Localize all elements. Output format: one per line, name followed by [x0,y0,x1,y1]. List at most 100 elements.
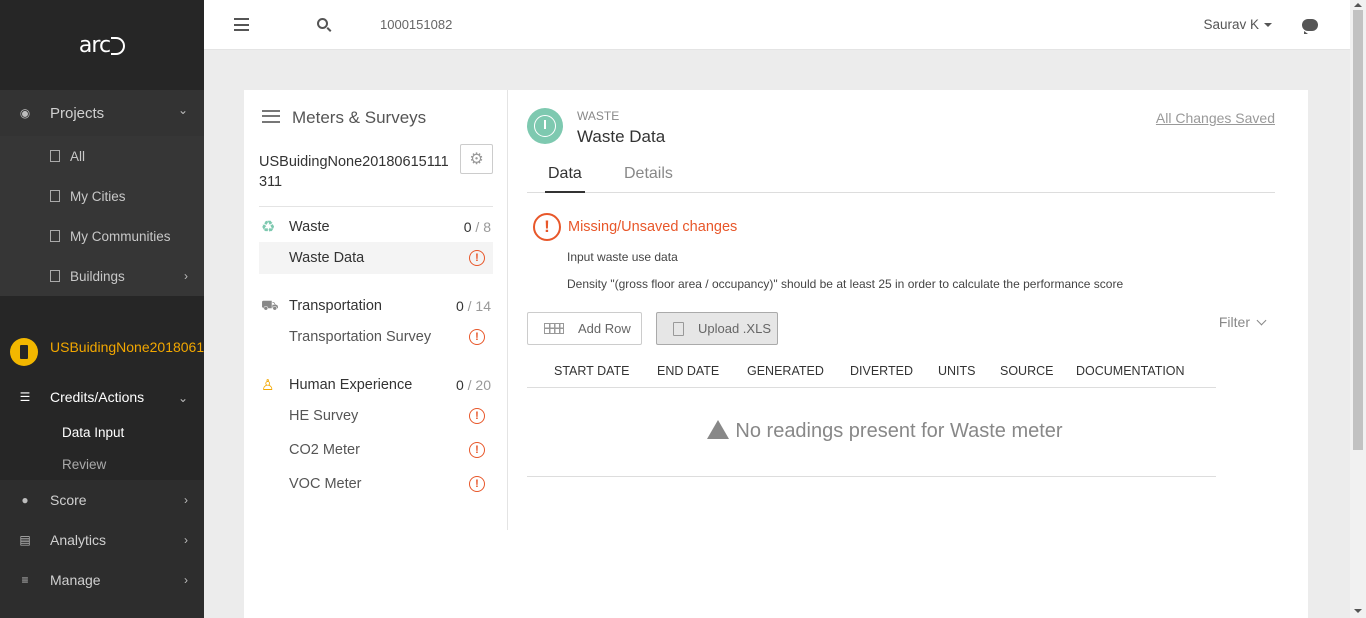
tab-details[interactable]: Details [624,165,673,193]
nav-projects-label: Projects [50,104,105,122]
col-end-date[interactable]: END DATE [657,364,719,378]
arc-logo[interactable]: arc [79,33,126,58]
empty-message: No readings present for Waste meter [735,420,1063,442]
tab-bar: Data Details [527,162,1275,193]
upload-label: Upload .XLS [698,321,771,336]
add-row-button[interactable]: Add Row [527,312,642,345]
sliders-icon: ≡ [21,573,29,587]
done-count: 0 [463,219,472,235]
car-icon: ⛟ [261,296,279,313]
warning-icon: ! [469,476,485,492]
category-waste: ♻ Waste 0 / 8 [259,214,493,240]
nav-all[interactable]: All [0,136,204,176]
meter-waste-data[interactable]: Waste Data ! [259,242,493,274]
scroll-down-icon[interactable] [1354,609,1362,613]
done-count: 0 [455,377,464,393]
nav-score[interactable]: ● Score › [0,480,204,520]
alert-message: Input waste use data [567,250,678,264]
gear-icon: ⚙ [469,151,484,168]
search-icon[interactable] [317,18,328,29]
nav-all-label: All [70,148,86,164]
upload-xls-button[interactable]: Upload .XLS [656,312,778,345]
filter-dropdown[interactable]: Filter [1218,314,1267,330]
menu-icon[interactable] [234,18,249,31]
scroll-thumb[interactable] [1353,10,1363,450]
chevron-right-icon: › [184,269,188,283]
col-start-date[interactable]: START DATE [554,364,629,378]
building-icon [50,190,60,202]
chat-icon[interactable] [1302,19,1318,34]
empty-state: No readings present for Waste meter [527,420,1243,443]
nav-score-label: Score [50,492,87,508]
category-he-label: Human Experience [289,377,413,393]
meter-label: CO2 Meter [289,442,360,458]
search-input[interactable]: 1000151082 [380,17,452,32]
user-name: Saurav K [1203,17,1259,32]
col-units[interactable]: UNITS [938,364,976,378]
meter-voc[interactable]: VOC Meter ! [259,468,493,500]
save-status-link[interactable]: All Changes Saved [1156,110,1275,126]
nav-my-cities[interactable]: My Cities [0,176,204,216]
settings-button[interactable]: ⚙ [460,144,493,174]
nav-my-communities-label: My Communities [70,228,171,244]
nav-analytics[interactable]: ▤ Analytics › [0,520,204,560]
nav-my-communities[interactable]: My Communities [0,216,204,256]
person-icon: ♙ [261,377,275,394]
chevron-right-icon: › [184,533,188,547]
main-card: Meters & Surveys USBuidingNone2018061511… [244,90,1308,618]
col-documentation[interactable]: DOCUMENTATION [1076,364,1185,378]
nav-review[interactable]: Review [0,448,204,480]
table-bottom-divider [527,476,1216,477]
list-menu-icon[interactable] [262,109,280,127]
globe-icon: ◉ [19,106,31,120]
building-icon [50,270,60,282]
current-project[interactable]: USBuidingNone20180615111311 [0,328,204,378]
scroll-up-icon[interactable] [1354,3,1362,7]
meter-transportation-survey[interactable]: Transportation Survey ! [259,321,493,353]
table-icon [544,323,564,334]
category-waste-label: Waste [289,219,330,235]
building-name: USBuidingNone20180615111311 [259,154,449,190]
user-menu[interactable]: Saurav K [1203,17,1272,32]
recycle-icon: ♻ [261,219,276,236]
category-transportation-count: 0 / 14 [456,298,491,314]
current-project-name: USBuidingNone20180615111311 [50,339,204,355]
page-scrollbar[interactable] [1350,0,1366,618]
warning-icon: ! [469,329,485,345]
chevron-right-icon: › [184,573,188,587]
meter-label: VOC Meter [289,476,362,492]
total-count: / 20 [467,377,491,393]
nav-my-cities-label: My Cities [70,188,126,204]
tab-data[interactable]: Data [545,165,585,193]
meter-he-survey[interactable]: HE Survey ! [259,400,493,432]
readings-table-header: START DATE END DATE GENERATED DIVERTED U… [527,356,1216,388]
panel-title: Meters & Surveys [262,108,426,128]
nav-data-input[interactable]: Data Input [0,416,204,448]
nav-projects[interactable]: ◉ Projects ⌄ [0,90,204,136]
sidebar: arc ◉ Projects ⌄ All My Cities My Commun… [0,0,204,618]
meter-co2[interactable]: CO2 Meter ! [259,434,493,466]
warning-triangle-icon [707,420,730,439]
add-row-label: Add Row [578,321,631,336]
done-count: 0 [455,298,464,314]
filter-label: Filter [1218,314,1250,330]
meter-label: HE Survey [289,408,359,424]
alert-icon: ! [533,213,561,241]
total-count: / 8 [475,219,491,235]
nav-buildings[interactable]: Buildings › [0,256,204,296]
file-icon [673,321,684,336]
chevron-down-icon: ⌄ [177,103,188,117]
waste-meter-icon [527,108,563,144]
nav-manage[interactable]: ≡ Manage › [0,560,204,600]
col-diverted[interactable]: DIVERTED [850,364,913,378]
project-building-icon [10,338,38,366]
missing-alert: ! Missing/Unsaved changes [533,213,737,241]
col-generated[interactable]: GENERATED [747,364,824,378]
meters-panel: Meters & Surveys USBuidingNone2018061511… [244,90,508,530]
sidebar-spacer [0,296,204,328]
chevron-down-icon: ⌄ [177,391,188,405]
col-source[interactable]: SOURCE [1000,364,1053,378]
nav-manage-label: Manage [50,572,101,588]
nav-credits-actions[interactable]: ☰ Credits/Actions ⌄ [0,378,204,416]
category-transportation: ⛟ Transportation 0 / 14 [259,293,493,319]
